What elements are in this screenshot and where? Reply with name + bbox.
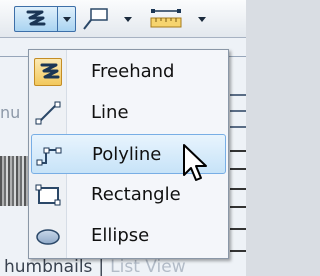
- tab-separator: |: [98, 258, 105, 276]
- polyline-icon: [35, 141, 63, 169]
- divider: [230, 94, 246, 96]
- menu-item-label: Line: [91, 102, 129, 123]
- ellipse-icon: [34, 222, 62, 250]
- annotation-toolbar: [0, 0, 246, 38]
- shape-icon: [83, 8, 108, 30]
- menu-item-label: Freehand: [91, 61, 175, 82]
- partial-menu-text: nu: [0, 103, 21, 122]
- menu-item-line[interactable]: Line: [31, 93, 226, 133]
- ruler-icon: [150, 9, 182, 28]
- draw-tool-dropdown[interactable]: [58, 7, 76, 31]
- divider: [230, 228, 246, 230]
- line-icon: [34, 99, 62, 127]
- divider: [230, 126, 246, 128]
- menu-item-label: Ellipse: [91, 225, 150, 246]
- divider: [230, 250, 246, 252]
- menu-item-label: Rectangle: [91, 184, 181, 205]
- freehand-icon: [34, 58, 62, 86]
- divider: [230, 110, 246, 112]
- shape-tool-split-button[interactable]: [78, 6, 140, 32]
- chevron-down-icon: [63, 17, 71, 22]
- divider: [230, 168, 246, 170]
- divider: [230, 150, 246, 152]
- menu-item-label: Polyline: [92, 144, 162, 165]
- menu-item-freehand[interactable]: Freehand: [31, 52, 226, 92]
- view-tabs: humbnails | List View: [4, 258, 246, 276]
- divider: [230, 206, 246, 208]
- tab-list-view[interactable]: List View: [110, 258, 185, 276]
- tab-thumbnails[interactable]: humbnails: [4, 258, 92, 276]
- menu-item-ellipse[interactable]: Ellipse: [31, 216, 226, 256]
- rectangle-icon: [34, 181, 62, 209]
- draw-tool-split-button[interactable]: [14, 6, 76, 32]
- chevron-down-icon[interactable]: [124, 17, 132, 22]
- freehand-icon: [26, 10, 46, 26]
- draw-tool-button[interactable]: [15, 7, 57, 31]
- chevron-down-icon[interactable]: [198, 17, 206, 22]
- measure-tool-split-button[interactable]: [148, 6, 246, 32]
- mouse-pointer-icon: [183, 144, 207, 181]
- divider: [230, 188, 246, 190]
